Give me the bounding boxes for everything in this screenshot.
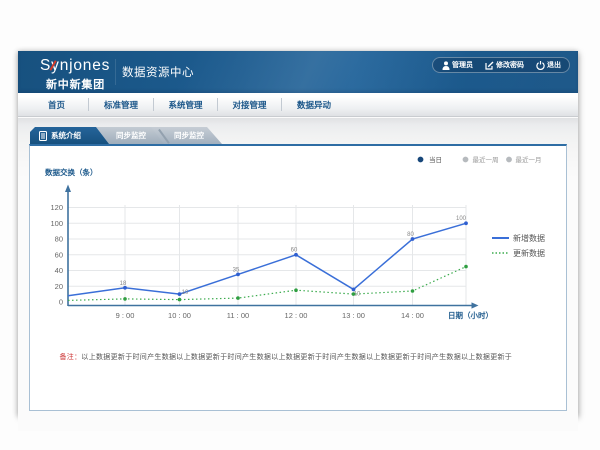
svg-text:13 : 00: 13 : 00	[342, 311, 365, 320]
svg-text:20: 20	[55, 282, 63, 291]
svg-text:100: 100	[50, 219, 63, 228]
svg-text:35: 35	[233, 268, 240, 274]
svg-text:日期（小时）: 日期（小时）	[448, 310, 493, 320]
svg-text:新增数据: 新增数据	[513, 233, 545, 243]
svg-text:80: 80	[407, 232, 414, 238]
svg-text:数据交换（条）: 数据交换（条）	[45, 167, 98, 177]
svg-text:当日: 当日	[429, 155, 442, 164]
svg-text:120: 120	[50, 203, 63, 212]
svg-text:11 : 00: 11 : 00	[227, 311, 249, 320]
svg-text:最近一月: 最近一月	[516, 155, 542, 164]
svg-text:18: 18	[120, 281, 127, 287]
svg-text:40: 40	[55, 266, 63, 275]
svg-text:60: 60	[291, 248, 298, 254]
svg-text:60: 60	[55, 250, 63, 259]
svg-text:9 : 00: 9 : 00	[116, 311, 135, 320]
svg-text:12 : 00: 12 : 00	[285, 311, 308, 320]
svg-text:最近一周: 最近一周	[473, 155, 499, 164]
svg-text:100: 100	[456, 216, 467, 222]
svg-text:10: 10	[182, 290, 189, 296]
svg-text:更新数据: 更新数据	[513, 248, 545, 258]
svg-text:0: 0	[59, 298, 63, 307]
svg-text:10 : 00: 10 : 00	[168, 311, 191, 320]
svg-text:14 : 00: 14 : 00	[401, 311, 424, 320]
svg-text:80: 80	[55, 235, 63, 244]
svg-text:10: 10	[354, 292, 361, 298]
